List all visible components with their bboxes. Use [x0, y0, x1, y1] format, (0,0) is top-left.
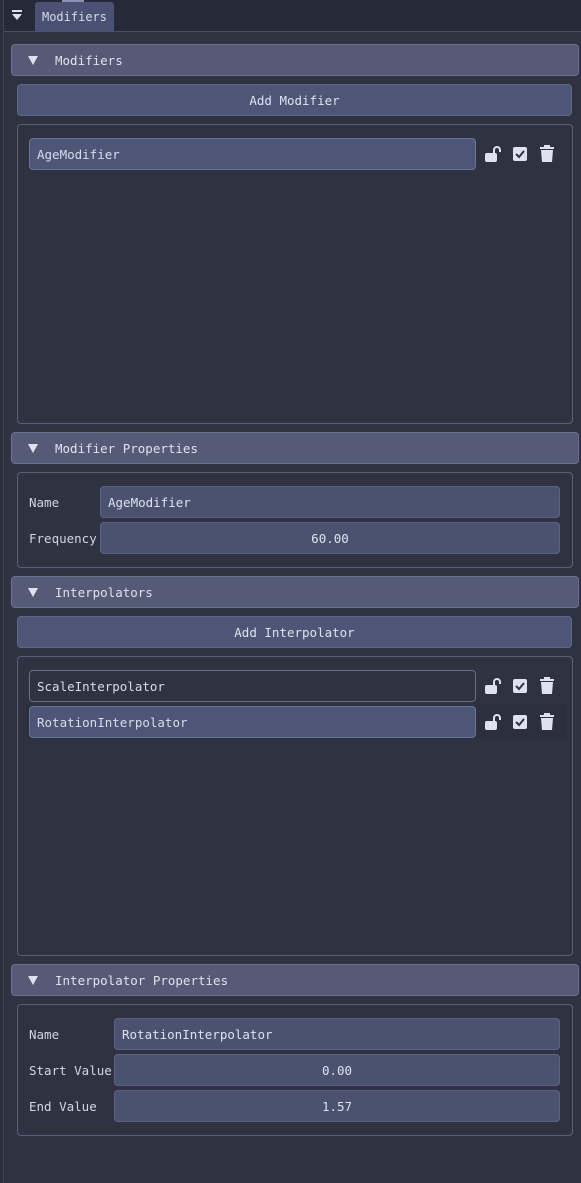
frequency-label: Frequency	[29, 530, 97, 546]
tab-label: Modifiers	[41, 10, 108, 24]
list-item-agemodifier[interactable]: AgeModifier	[29, 138, 476, 170]
row-actions	[483, 670, 564, 702]
checkbox-checked-icon[interactable]	[510, 144, 530, 164]
list-item-scaleinterpolator[interactable]: ScaleInterpolator	[29, 670, 476, 702]
modifier-properties-panel: Name AgeModifier Frequency 60.00	[17, 472, 573, 568]
frequency-field[interactable]: 60.00	[100, 522, 560, 554]
row-actions	[483, 138, 564, 170]
lock-open-icon[interactable]	[483, 712, 503, 732]
field-value: 0.00	[321, 1062, 353, 1078]
collapse-triangle-icon	[28, 443, 38, 453]
modifier-name-field[interactable]: AgeModifier	[100, 486, 560, 518]
start-value-label: Start Value	[29, 1062, 112, 1078]
start-value-field[interactable]: 0.00	[114, 1054, 560, 1086]
collapse-triangle-icon	[28, 587, 38, 597]
modifiers-list: AgeModifier	[17, 124, 573, 424]
end-value-field[interactable]: 1.57	[114, 1090, 560, 1122]
list-item-label: ScaleInterpolator	[37, 678, 165, 694]
lock-open-icon[interactable]	[483, 144, 503, 164]
field-value: 1.57	[321, 1098, 353, 1114]
modifier-properties-header[interactable]: Modifier Properties	[11, 432, 579, 464]
row-actions	[483, 706, 564, 738]
tab-menu-icon[interactable]	[10, 8, 24, 22]
modifiers-section-header[interactable]: Modifiers	[11, 44, 579, 76]
trash-icon[interactable]	[537, 144, 557, 164]
collapse-triangle-icon	[28, 975, 38, 985]
name-label: Name	[29, 494, 60, 510]
checkbox-checked-icon[interactable]	[510, 712, 530, 732]
list-item-rotationinterpolator[interactable]: RotationInterpolator	[29, 706, 476, 738]
add-interpolator-button[interactable]: Add Interpolator	[17, 616, 572, 648]
collapse-triangle-icon	[28, 55, 38, 65]
lock-open-icon[interactable]	[483, 676, 503, 696]
end-value-label: End Value	[29, 1098, 97, 1114]
list-item-label: AgeModifier	[37, 146, 120, 162]
checkbox-checked-icon[interactable]	[510, 676, 530, 696]
interpolator-name-field[interactable]: RotationInterpolator	[114, 1018, 560, 1050]
name-label: Name	[29, 1026, 60, 1042]
tab-bar: Modifiers	[4, 0, 581, 32]
list-item-label: RotationInterpolator	[37, 714, 188, 730]
trash-icon[interactable]	[537, 676, 557, 696]
add-interpolator-label: Add Interpolator	[234, 624, 355, 640]
add-modifier-button[interactable]: Add Modifier	[17, 84, 572, 116]
tab-modifiers[interactable]: Modifiers	[35, 0, 114, 32]
interpolator-properties-panel: Name RotationInterpolator Start Value 0.…	[17, 1004, 573, 1136]
modifiers-window: Modifiers Modifiers Add Modifier AgeModi…	[3, 0, 581, 1183]
add-modifier-label: Add Modifier	[249, 92, 340, 108]
interpolators-section-header[interactable]: Interpolators	[11, 576, 579, 608]
interpolator-properties-header[interactable]: Interpolator Properties	[11, 964, 579, 996]
field-value: 60.00	[311, 530, 349, 546]
interpolators-list: ScaleInterpolator RotationInterpolator	[17, 656, 573, 956]
field-value: RotationInterpolator	[122, 1026, 273, 1042]
section-title: Interpolators	[55, 584, 153, 600]
field-value: AgeModifier	[108, 494, 191, 510]
section-title: Interpolator Properties	[55, 972, 229, 988]
trash-icon[interactable]	[537, 712, 557, 732]
section-title: Modifier Properties	[55, 440, 198, 456]
section-title: Modifiers	[55, 52, 123, 68]
